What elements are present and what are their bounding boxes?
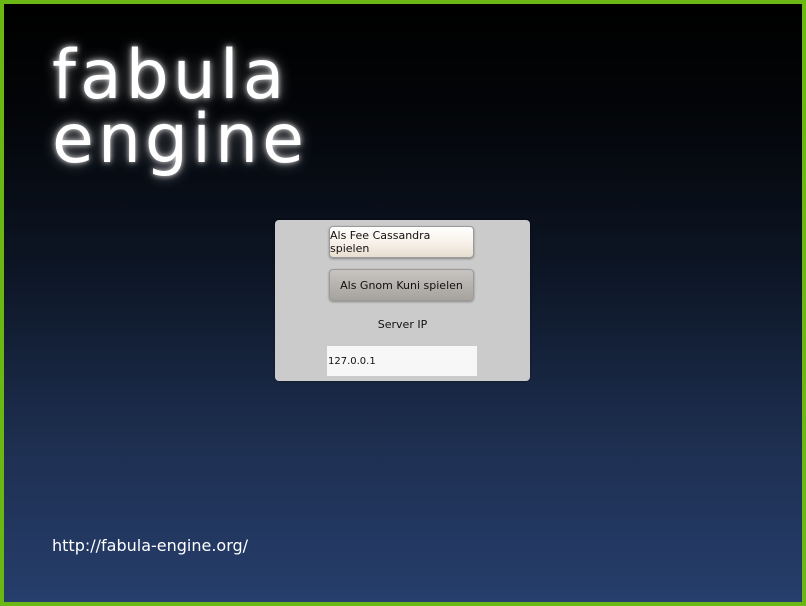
play-as-gnom-kuni-label: Als Gnom Kuni spielen xyxy=(340,278,463,292)
website-url: http://fabula-engine.org/ xyxy=(52,536,249,555)
login-panel: Als Fee Cassandra spielen Als Gnom Kuni … xyxy=(275,220,530,381)
app-window: fabula engine Als Fee Cassandra spielen … xyxy=(0,0,806,606)
fabula-engine-logo: fabula engine xyxy=(52,36,308,179)
play-as-fee-cassandra-label: Als Fee Cassandra spielen xyxy=(330,229,431,255)
server-ip-input[interactable] xyxy=(327,346,477,376)
server-ip-label: Server IP xyxy=(377,318,428,331)
logo-line-fabula: fabula xyxy=(52,36,289,115)
play-as-gnom-kuni-button[interactable]: Als Gnom Kuni spielen xyxy=(329,269,474,301)
play-as-fee-cassandra-button[interactable]: Als Fee Cassandra spielen xyxy=(329,226,474,258)
logo-line-engine: engine xyxy=(52,100,308,179)
